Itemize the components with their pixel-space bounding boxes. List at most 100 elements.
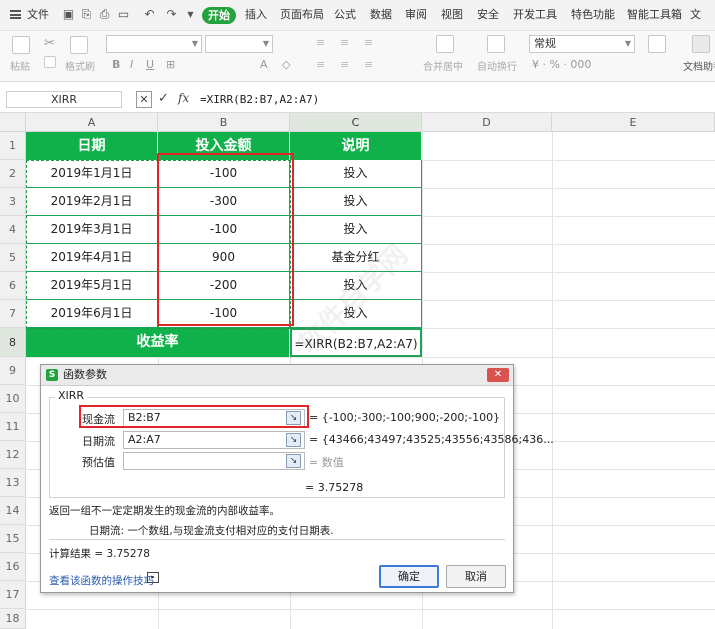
tab-formulas[interactable]: 公式 xyxy=(334,0,356,30)
align-right-icon[interactable]: ≡ xyxy=(364,58,373,71)
cell-a4[interactable]: 2019年3月1日 xyxy=(26,216,158,244)
row-header-11[interactable]: 11 xyxy=(0,413,26,441)
cell-b5[interactable]: 900 xyxy=(158,244,290,272)
menu-file[interactable]: 文件 xyxy=(27,0,49,30)
wrap-icon[interactable] xyxy=(487,35,505,53)
cut-icon[interactable]: ✂ xyxy=(44,36,62,54)
fx-icon[interactable]: fx xyxy=(178,91,189,105)
align-center-icon[interactable]: ≡ xyxy=(340,58,349,71)
copy-icon[interactable] xyxy=(44,56,56,68)
cell-a6[interactable]: 2019年5月1日 xyxy=(26,272,158,300)
cancel-button[interactable]: 取消 xyxy=(446,565,506,588)
close-icon[interactable]: ✕ xyxy=(487,368,509,382)
format-painter-icon[interactable] xyxy=(70,36,88,54)
cancel-formula-icon[interactable]: ✕ xyxy=(136,91,152,108)
tab-data[interactable]: 数据 xyxy=(370,0,392,30)
total-label-cell[interactable]: 收益率 xyxy=(26,328,290,357)
export-icon[interactable]: ⎘ xyxy=(80,8,93,21)
paste-icon[interactable] xyxy=(12,36,30,54)
row-header-14[interactable]: 14 xyxy=(0,497,26,525)
row-header-9[interactable]: 9 xyxy=(0,357,26,385)
underline-icon[interactable]: U xyxy=(146,58,154,71)
column-header-c[interactable]: C xyxy=(290,113,422,132)
ok-button[interactable]: 确定 xyxy=(379,565,439,588)
menu-icon[interactable] xyxy=(10,10,21,19)
align-left-icon[interactable]: ≡ xyxy=(316,58,325,71)
select-all-corner[interactable] xyxy=(0,113,26,132)
tab-developer[interactable]: 开发工具 xyxy=(513,0,557,30)
row-header-3[interactable]: 3 xyxy=(0,188,26,216)
font-size-select[interactable]: ▼ xyxy=(205,35,273,53)
cell-b3[interactable]: -300 xyxy=(158,188,290,216)
range-select-icon[interactable]: ↘ xyxy=(286,433,301,447)
row-header-1[interactable]: 1 xyxy=(0,132,26,160)
range-select-icon[interactable]: ↘ xyxy=(286,411,301,425)
cell-a3[interactable]: 2019年2月1日 xyxy=(26,188,158,216)
row-header-16[interactable]: 16 xyxy=(0,553,26,581)
column-header-d[interactable]: D xyxy=(422,113,552,132)
help-link[interactable]: 查看该函数的操作技巧 xyxy=(49,573,154,588)
row-header-5[interactable]: 5 xyxy=(0,244,26,272)
formula-input[interactable]: =XIRR(B2:B7,A2:A7) xyxy=(200,91,710,108)
cell-a7[interactable]: 2019年6月1日 xyxy=(26,300,158,328)
cell-b2[interactable]: -100 xyxy=(158,160,290,188)
header-date[interactable]: 日期 xyxy=(26,132,158,160)
number-format-select[interactable]: 常规 ▼ xyxy=(529,35,635,53)
guess-input[interactable] xyxy=(123,452,305,470)
merge-icon[interactable] xyxy=(436,35,454,53)
currency-icon[interactable]: ¥ · % · 000 xyxy=(532,58,591,71)
wrap-label[interactable]: 自动换行 xyxy=(477,58,517,73)
row-header-2[interactable]: 2 xyxy=(0,160,26,188)
cell-c7[interactable]: 投入 xyxy=(290,300,422,328)
video-icon[interactable]: ▸ xyxy=(147,572,159,583)
print-icon[interactable]: ⎙ xyxy=(98,8,111,21)
tab-review[interactable]: 审阅 xyxy=(405,0,427,30)
undo-icon[interactable]: ↶ xyxy=(143,8,156,21)
cell-c6[interactable]: 投入 xyxy=(290,272,422,300)
cell-b4[interactable]: -100 xyxy=(158,216,290,244)
row-header-17[interactable]: 17 xyxy=(0,581,26,609)
tab-security[interactable]: 安全 xyxy=(477,0,499,30)
chevron-down-icon[interactable]: ▼ xyxy=(184,8,197,21)
row-header-15[interactable]: 15 xyxy=(0,525,26,553)
tab-start[interactable]: 开始 xyxy=(202,7,236,24)
tab-view[interactable]: 视图 xyxy=(441,0,463,30)
align-bottom-icon[interactable]: ≡ xyxy=(364,36,373,49)
cell-c4[interactable]: 投入 xyxy=(290,216,422,244)
name-box[interactable]: XIRR xyxy=(6,91,122,108)
column-header-e[interactable]: E xyxy=(552,113,715,132)
redo-icon[interactable]: ↷ xyxy=(165,8,178,21)
align-top-icon[interactable]: ≡ xyxy=(316,36,325,49)
cashflow-input[interactable]: B2:B7 xyxy=(123,409,305,427)
tab-features[interactable]: 特色功能 xyxy=(571,0,615,30)
format-painter-label[interactable]: 格式刷 xyxy=(65,58,95,73)
table-style-icon[interactable] xyxy=(648,35,666,53)
italic-icon[interactable]: I xyxy=(130,58,133,71)
tab-page-layout[interactable]: 页面布局 xyxy=(280,0,324,30)
cell-c3[interactable]: 投入 xyxy=(290,188,422,216)
tab-insert[interactable]: 插入 xyxy=(245,0,267,30)
header-amount[interactable]: 投入金额 xyxy=(158,132,290,160)
cell-c5[interactable]: 基金分红 xyxy=(290,244,422,272)
row-header-10[interactable]: 10 xyxy=(0,385,26,413)
bold-icon[interactable]: B xyxy=(112,58,120,71)
font-family-select[interactable]: ▼ xyxy=(106,35,202,53)
row-header-4[interactable]: 4 xyxy=(0,216,26,244)
row-header-8[interactable]: 8 xyxy=(0,328,26,357)
paste-label[interactable]: 粘贴 xyxy=(10,58,30,73)
row-header-7[interactable]: 7 xyxy=(0,300,26,328)
row-header-18[interactable]: 18 xyxy=(0,609,26,629)
dates-input[interactable]: A2:A7 xyxy=(123,431,305,449)
assistant-icon[interactable] xyxy=(692,35,710,53)
cell-a2[interactable]: 2019年1月1日 xyxy=(26,160,158,188)
clear-format-icon[interactable]: ◇ xyxy=(282,58,290,71)
column-header-b[interactable]: B xyxy=(158,113,290,132)
font-color-icon[interactable]: A xyxy=(260,58,268,71)
total-formula-cell[interactable]: =XIRR(B2:B7,A2:A7) xyxy=(290,328,422,357)
row-header-12[interactable]: 12 xyxy=(0,441,26,469)
row-header-13[interactable]: 13 xyxy=(0,469,26,497)
merge-label[interactable]: 合并居中 xyxy=(423,58,463,73)
print-preview-icon[interactable]: ▭ xyxy=(117,8,130,21)
row-header-6[interactable]: 6 xyxy=(0,272,26,300)
column-header-a[interactable]: A xyxy=(26,113,158,132)
